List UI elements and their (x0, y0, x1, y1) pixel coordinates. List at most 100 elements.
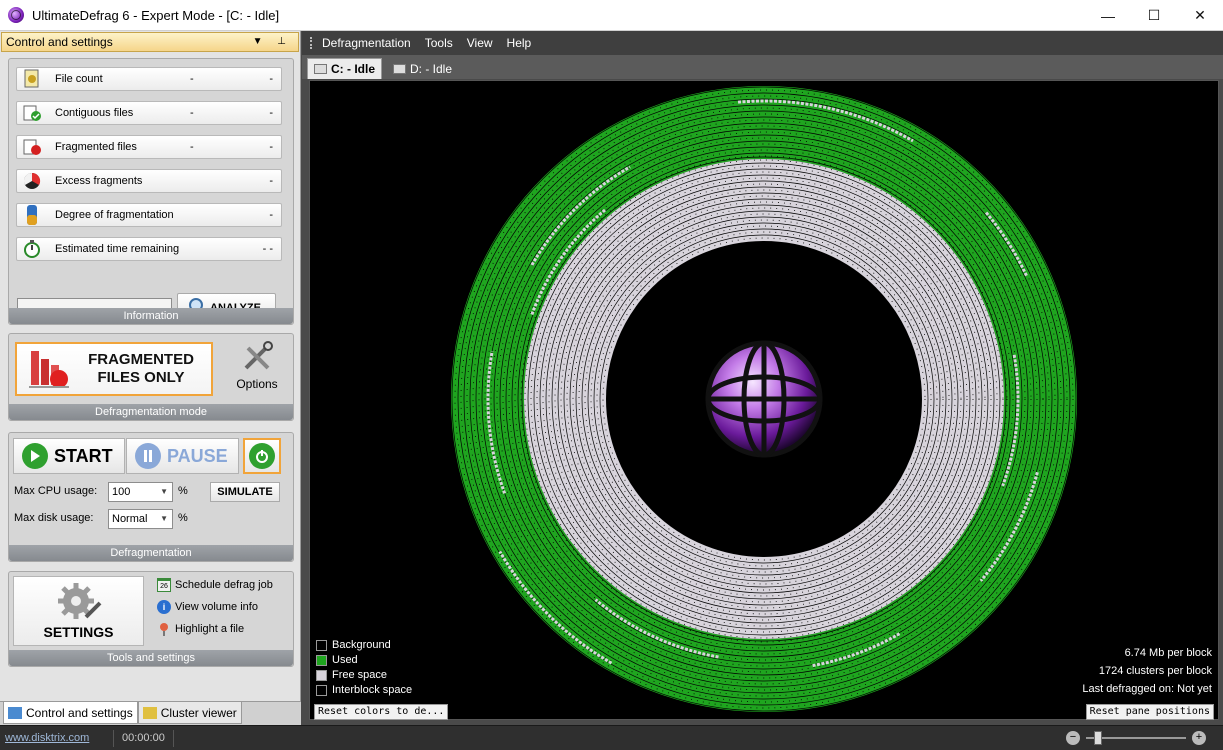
schedule-defrag-link[interactable]: 26 Schedule defrag job (157, 578, 273, 592)
stat-row-contiguous-files[interactable]: Contiguous files - - (16, 101, 282, 125)
defrag-mode-group: FRAGMENTED FILES ONLY Options Defragment… (8, 333, 294, 421)
minimize-button[interactable]: — (1085, 0, 1131, 31)
drive-tab-label: D: - Idle (410, 61, 453, 76)
status-bar: www.disktrix.com 00:00:00 − + (0, 725, 1223, 750)
view-volume-info-link[interactable]: i View volume info (157, 600, 258, 614)
calendar-day: 26 (160, 582, 168, 590)
panel-header-title: Control and settings (6, 35, 113, 49)
legend-label: Background (332, 639, 391, 651)
control-panel: Control and settings ▼ ⊥ File count - - … (0, 31, 301, 725)
website-link[interactable]: www.disktrix.com (5, 732, 105, 744)
stat-value-2: - (269, 107, 273, 119)
highlight-file-link[interactable]: Highlight a file (157, 622, 244, 636)
settings-label: SETTINGS (43, 624, 114, 640)
power-icon (249, 443, 275, 469)
tab-label: Cluster viewer (160, 705, 237, 720)
highlight-file-label: Highlight a file (175, 623, 245, 635)
stat-value: - (190, 73, 194, 85)
tab-control-and-settings[interactable]: Control and settings (3, 702, 138, 724)
clusters-per-block-info: 1724 clusters per block (1098, 665, 1212, 677)
zoom-thumb[interactable] (1094, 731, 1102, 745)
contiguous-files-icon (21, 102, 43, 124)
drive-tab-label: C: - Idle (331, 62, 375, 76)
options-button[interactable]: Options (229, 340, 285, 396)
stat-label: File count (55, 73, 103, 85)
cpu-usage-label: Max CPU usage: (14, 485, 98, 497)
title-bar: UltimateDefrag 6 - Expert Mode - [C: - I… (0, 0, 1223, 31)
drive-icon (314, 64, 327, 74)
start-label: START (54, 445, 113, 466)
stat-label: Excess fragments (55, 175, 143, 187)
menu-defragmentation[interactable]: Defragmentation (322, 36, 411, 50)
start-button[interactable]: START (13, 438, 125, 474)
stat-row-estimated-time[interactable]: Estimated time remaining - - (16, 237, 282, 261)
zoom-slider[interactable]: − + (1066, 729, 1206, 747)
legend-swatch-background[interactable] (316, 639, 327, 651)
cpu-usage-value: 100 (112, 486, 131, 498)
last-defragged-info: Last defragged on: Not yet (1082, 683, 1212, 695)
panel-header-buttons[interactable]: ▼ ⊥ (253, 36, 292, 47)
window-title: UltimateDefrag 6 - Expert Mode - [C: - I… (32, 7, 280, 23)
simulate-button[interactable]: SIMULATE (210, 482, 280, 502)
disk-usage-label: Max disk usage: (14, 512, 94, 524)
tab-label: Control and settings (26, 705, 133, 720)
information-group: File count - - Contiguous files - - Frag… (8, 58, 294, 325)
disk-map[interactable]: Background Used Free space Interblock sp… (309, 80, 1219, 720)
menu-help[interactable]: Help (507, 36, 532, 50)
zoom-out-icon[interactable]: − (1066, 731, 1080, 745)
file-count-icon (21, 68, 43, 90)
mode-line-2: FILES ONLY (97, 369, 185, 386)
status-separator (172, 729, 174, 747)
disk-usage-select[interactable]: Normal ▼ (108, 509, 173, 529)
pin-icon (157, 622, 171, 636)
pause-label: PAUSE (167, 445, 228, 466)
stat-value-2: - (269, 73, 273, 85)
zoom-track[interactable] (1086, 731, 1186, 745)
pause-button[interactable]: PAUSE (126, 438, 239, 474)
view-volume-info-label: View volume info (175, 601, 258, 613)
tab-cluster-viewer[interactable]: Cluster viewer (137, 702, 242, 724)
legend-swatch-used[interactable] (316, 654, 327, 666)
fragmented-files-only-button[interactable]: FRAGMENTED FILES ONLY (15, 342, 213, 396)
tools-title: Tools and settings (9, 650, 293, 666)
maximize-button[interactable]: ☐ (1131, 0, 1177, 31)
gear-icon (14, 581, 143, 624)
cpu-usage-select[interactable]: 100 ▼ (108, 482, 173, 502)
tools-icon (240, 341, 274, 377)
defragmentation-group: START PAUSE Max CPU usage: 100 ▼ % SIMUL… (8, 432, 294, 562)
legend-item-background: Background (316, 639, 391, 651)
legend-label: Free space (332, 669, 388, 681)
mode-line-1: FRAGMENTED (88, 351, 194, 368)
chevron-down-icon: ▼ (160, 514, 168, 523)
power-button[interactable] (243, 438, 281, 474)
menu-tools[interactable]: Tools (425, 36, 453, 50)
reset-colors-button[interactable]: Reset colors to de... (314, 704, 449, 720)
zoom-in-icon[interactable]: + (1192, 731, 1206, 745)
fragmented-files-icon (21, 136, 43, 158)
stat-row-degree-fragmentation[interactable]: Degree of fragmentation - (16, 203, 282, 227)
settings-button[interactable]: SETTINGS (13, 576, 144, 646)
stat-row-file-count[interactable]: File count - - (16, 67, 282, 91)
disk-unit: % (178, 512, 188, 524)
globe-logo-icon (705, 340, 823, 458)
tab-drive-d[interactable]: D: - Idle (387, 58, 458, 79)
legend-item-free-space: Free space (316, 669, 387, 681)
panel-tabs: Control and settings Cluster viewer (0, 701, 301, 725)
control-settings-tab-icon (8, 706, 22, 719)
legend-swatch-interblock[interactable] (316, 684, 327, 696)
stat-row-excess-fragments[interactable]: Excess fragments - (16, 169, 282, 193)
options-label: Options (236, 377, 278, 391)
excess-fragments-icon (21, 170, 43, 192)
stat-row-fragmented-files[interactable]: Fragmented files - - (16, 135, 282, 159)
legend-swatch-free-space[interactable] (316, 669, 327, 681)
menu-view[interactable]: View (467, 36, 493, 50)
reset-pane-positions-button[interactable]: Reset pane positions (1085, 704, 1214, 720)
tab-drive-c[interactable]: C: - Idle (307, 58, 382, 79)
close-button[interactable]: ✕ (1177, 0, 1223, 31)
defragmentation-title: Defragmentation (9, 545, 293, 561)
menu-bar: Defragmentation Tools View Help (302, 31, 1223, 55)
disk-map-graphic[interactable] (310, 81, 1218, 719)
stat-value: - (190, 107, 194, 119)
status-separator (113, 729, 114, 747)
blocks-size-info: 6.74 Mb per block (1124, 647, 1212, 659)
